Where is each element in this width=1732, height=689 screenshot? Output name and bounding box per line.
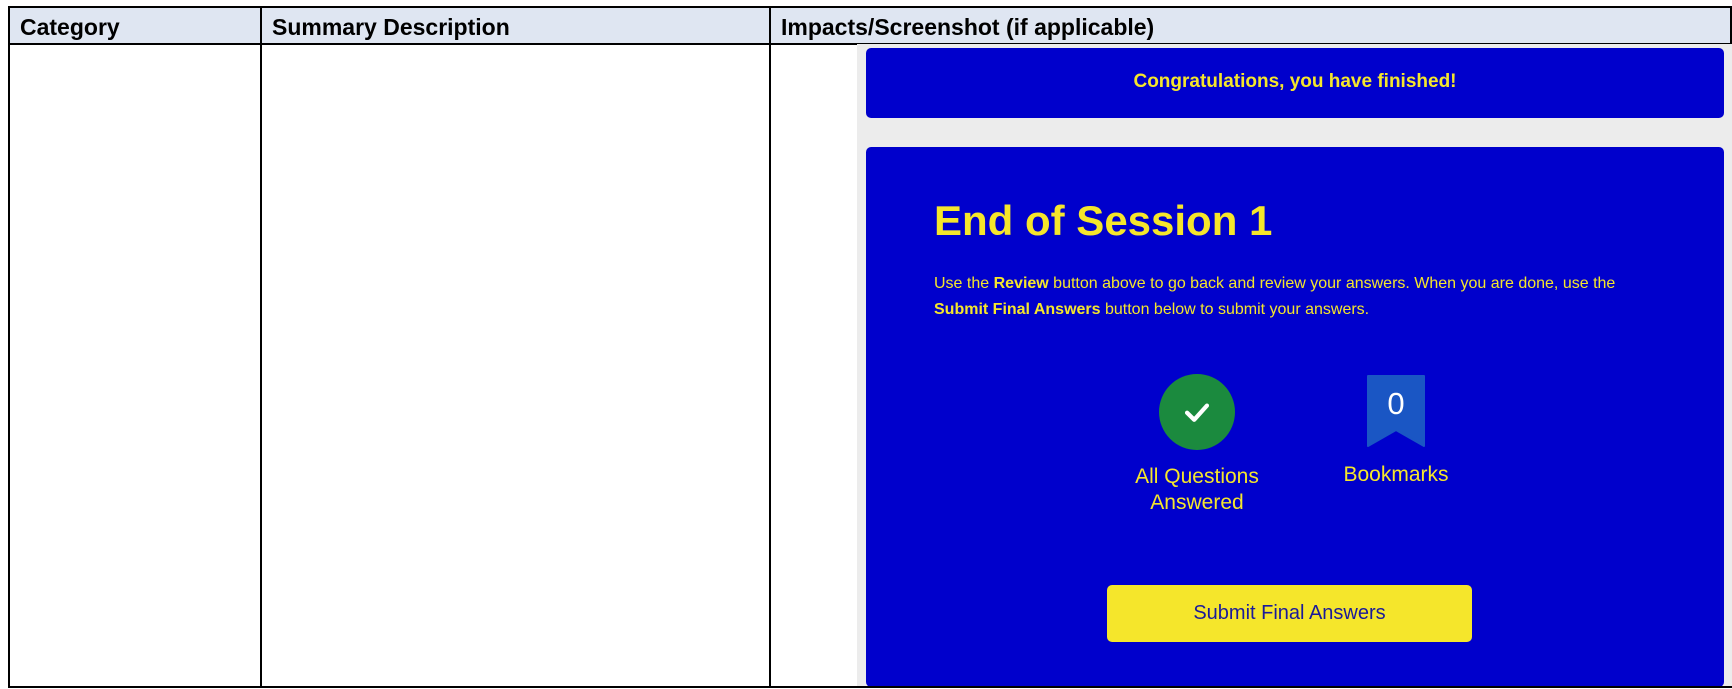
submit-final-answers-button[interactable]: Submit Final Answers	[1107, 585, 1472, 642]
column-divider	[260, 8, 262, 686]
answered-label: All Questions Answered	[1135, 465, 1259, 514]
header-summary: Summary Description	[262, 8, 770, 45]
header-category: Category	[10, 8, 260, 45]
submit-emphasis: Submit Final Answers	[934, 301, 1101, 318]
banner-text: Congratulations, you have finished!	[1133, 71, 1457, 92]
bookmark-count: 0	[1387, 386, 1405, 421]
instructions-text: button below to submit your answers.	[1100, 301, 1370, 318]
instructions-text: button above to go back and review your …	[1048, 275, 1616, 292]
header-summary-text: Summary Description	[272, 14, 510, 40]
review-emphasis: Review	[993, 275, 1049, 292]
bookmarks-stat: 0 Bookmarks	[1331, 374, 1461, 488]
column-divider	[769, 8, 771, 686]
bookmarks-label: Bookmarks	[1343, 463, 1449, 486]
end-session-panel: End of Session 1 Use the Review button a…	[866, 147, 1724, 686]
instructions-text: Use the	[934, 275, 994, 292]
bookmark-icon: 0	[1365, 374, 1427, 452]
header-impacts-text: Impacts/Screenshot (if applicable)	[781, 14, 1155, 40]
congratulations-banner: Congratulations, you have finished!	[866, 48, 1724, 118]
session-instructions: Use the Review button above to go back a…	[934, 271, 1654, 323]
all-answered-stat: All Questions Answered	[1116, 374, 1278, 516]
check-icon	[1159, 374, 1235, 450]
header-category-text: Category	[20, 14, 120, 40]
embedded-screenshot: Congratulations, you have finished! End …	[857, 44, 1732, 686]
session-title: End of Session 1	[934, 197, 1273, 244]
header-impacts: Impacts/Screenshot (if applicable)	[771, 8, 1731, 45]
